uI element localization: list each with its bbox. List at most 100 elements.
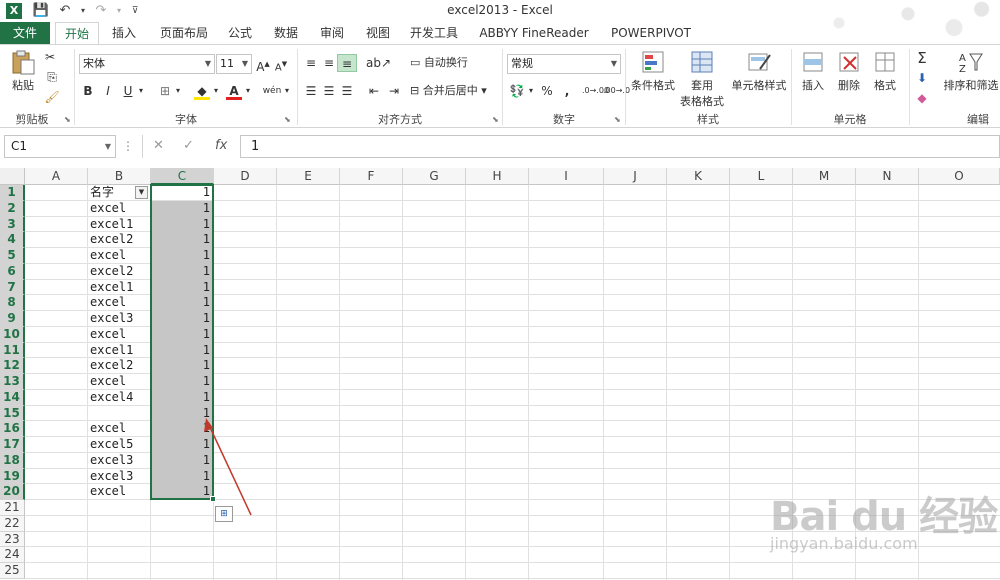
borders-icon[interactable]: ⊞	[157, 82, 173, 100]
clear-icon[interactable]: ◆	[914, 89, 930, 107]
tab-data[interactable]: 数据	[266, 22, 306, 44]
cell-b10[interactable]: excel	[88, 327, 151, 343]
column-header-c[interactable]: C	[151, 168, 214, 185]
tab-review[interactable]: 审阅	[312, 22, 352, 44]
row-header-10[interactable]: 10	[0, 326, 25, 343]
row-header-25[interactable]: 25	[0, 563, 25, 579]
row-header-23[interactable]: 23	[0, 531, 25, 548]
row-header-13[interactable]: 13	[0, 374, 25, 390]
row-header-14[interactable]: 14	[0, 389, 25, 406]
auto-fill-options-icon[interactable]: ⊞	[215, 506, 233, 522]
row-header-9[interactable]: 9	[0, 311, 25, 327]
tab-view[interactable]: 视图	[358, 22, 398, 44]
cell-b14[interactable]: excel4	[88, 390, 151, 406]
accounting-dropdown-icon[interactable]: ▾	[526, 82, 536, 100]
font-color-dropdown-icon[interactable]: ▾	[243, 82, 253, 100]
row-header-3[interactable]: 3	[0, 216, 25, 233]
align-left-icon[interactable]: ☰	[302, 82, 320, 100]
enter-icon[interactable]: ✓	[183, 138, 194, 153]
accounting-format-icon[interactable]: 💱	[508, 82, 526, 100]
column-header-f[interactable]: F	[340, 168, 403, 185]
cell-b19[interactable]: excel3	[88, 469, 151, 485]
cell-b15[interactable]	[88, 406, 151, 422]
row-header-24[interactable]: 24	[0, 547, 25, 563]
align-center-icon[interactable]: ☰	[320, 82, 338, 100]
tab-insert[interactable]: 插入	[104, 22, 144, 44]
row-header-8[interactable]: 8	[0, 295, 25, 311]
cell-b5[interactable]: excel	[88, 248, 151, 264]
cell-b11[interactable]: excel1	[88, 343, 151, 359]
row-header-6[interactable]: 6	[0, 263, 25, 280]
column-header-i[interactable]: I	[529, 168, 604, 185]
phonetic-dropdown-icon[interactable]: ▾	[282, 82, 292, 100]
filter-dropdown-icon[interactable]: ▼	[135, 186, 148, 199]
cell-b6[interactable]: excel2	[88, 264, 151, 280]
tab-file[interactable]: 文件	[0, 22, 50, 44]
row-header-11[interactable]: 11	[0, 342, 25, 359]
comma-style-button[interactable]: ,	[562, 82, 572, 100]
column-header-k[interactable]: K	[667, 168, 730, 185]
format-cells-button[interactable]: 格式	[868, 49, 902, 93]
row-header-12[interactable]: 12	[0, 358, 25, 374]
italic-button[interactable]: I	[102, 82, 114, 100]
column-header-m[interactable]: M	[793, 168, 856, 185]
paste-button[interactable]: 粘贴	[6, 49, 40, 93]
wrap-text-button[interactable]: ▭ 自动换行	[410, 54, 474, 72]
cell-b16[interactable]: excel	[88, 421, 151, 437]
cell-b17[interactable]: excel5	[88, 437, 151, 453]
row-header-2[interactable]: 2	[0, 200, 25, 217]
column-header-h[interactable]: H	[466, 168, 529, 185]
increase-indent-icon[interactable]: ⇥	[386, 82, 402, 100]
row-header-16[interactable]: 16	[0, 421, 25, 437]
row-header-4[interactable]: 4	[0, 232, 25, 248]
font-color-icon[interactable]: A	[226, 82, 242, 100]
column-header-e[interactable]: E	[277, 168, 340, 185]
fill-handle[interactable]	[210, 496, 216, 502]
cell-b18[interactable]: excel3	[88, 453, 151, 469]
format-painter-icon[interactable]: 🖌	[42, 88, 62, 106]
tab-developer[interactable]: 开发工具	[404, 22, 464, 44]
font-launcher-icon[interactable]: ⬊	[284, 115, 291, 124]
row-header-19[interactable]: 19	[0, 468, 25, 485]
orientation-icon[interactable]: ab↗	[366, 54, 391, 72]
tab-page-layout[interactable]: 页面布局	[152, 22, 216, 44]
column-header-j[interactable]: J	[604, 168, 667, 185]
cell-b3[interactable]: excel1	[88, 217, 151, 233]
borders-dropdown-icon[interactable]: ▾	[173, 82, 183, 100]
font-size-select[interactable]: 11 ▼	[216, 54, 252, 74]
autosum-icon[interactable]: Σ	[914, 49, 930, 67]
row-header-22[interactable]: 22	[0, 515, 25, 532]
sort-filter-button[interactable]: A Z 排序和筛选	[942, 49, 1000, 93]
column-header-g[interactable]: G	[403, 168, 466, 185]
cell-styles-button[interactable]: 单元格样式	[730, 49, 788, 93]
row-header-18[interactable]: 18	[0, 452, 25, 469]
underline-dropdown-icon[interactable]: ▾	[136, 82, 146, 100]
cancel-icon[interactable]: ✕	[153, 138, 164, 153]
row-header-7[interactable]: 7	[0, 279, 25, 296]
row-header-1[interactable]: 1	[0, 185, 25, 201]
column-header-n[interactable]: N	[856, 168, 919, 185]
fill-icon[interactable]: ⬇	[914, 69, 930, 87]
align-right-icon[interactable]: ☰	[338, 82, 356, 100]
number-launcher-icon[interactable]: ⬊	[614, 115, 621, 124]
cell-b2[interactable]: excel	[88, 201, 151, 217]
column-header-l[interactable]: L	[730, 168, 793, 185]
tab-home[interactable]: 开始	[55, 22, 99, 45]
bold-button[interactable]: B	[82, 82, 94, 100]
tab-powerpivot[interactable]: POWERPIVOT	[606, 22, 696, 44]
underline-button[interactable]: U	[122, 82, 134, 100]
formula-input[interactable]: 1	[240, 135, 1000, 158]
row-header-17[interactable]: 17	[0, 437, 25, 453]
cell-b9[interactable]: excel3	[88, 311, 151, 327]
formula-bar-resize-icon[interactable]: ⋮	[122, 139, 134, 153]
column-header-a[interactable]: A	[25, 168, 88, 185]
align-bottom-icon[interactable]: ≡	[337, 54, 357, 72]
grow-font-icon[interactable]: A▲	[256, 55, 270, 74]
row-header-15[interactable]: 15	[0, 405, 25, 422]
cell-b4[interactable]: excel2	[88, 232, 151, 248]
cell-b7[interactable]: excel1	[88, 280, 151, 296]
delete-cells-button[interactable]: 删除	[832, 49, 866, 93]
merge-center-button[interactable]: ⊟ 合并后居中 ▾	[410, 82, 496, 100]
cell-b20[interactable]: excel	[88, 484, 151, 500]
cell-b8[interactable]: excel	[88, 295, 151, 311]
